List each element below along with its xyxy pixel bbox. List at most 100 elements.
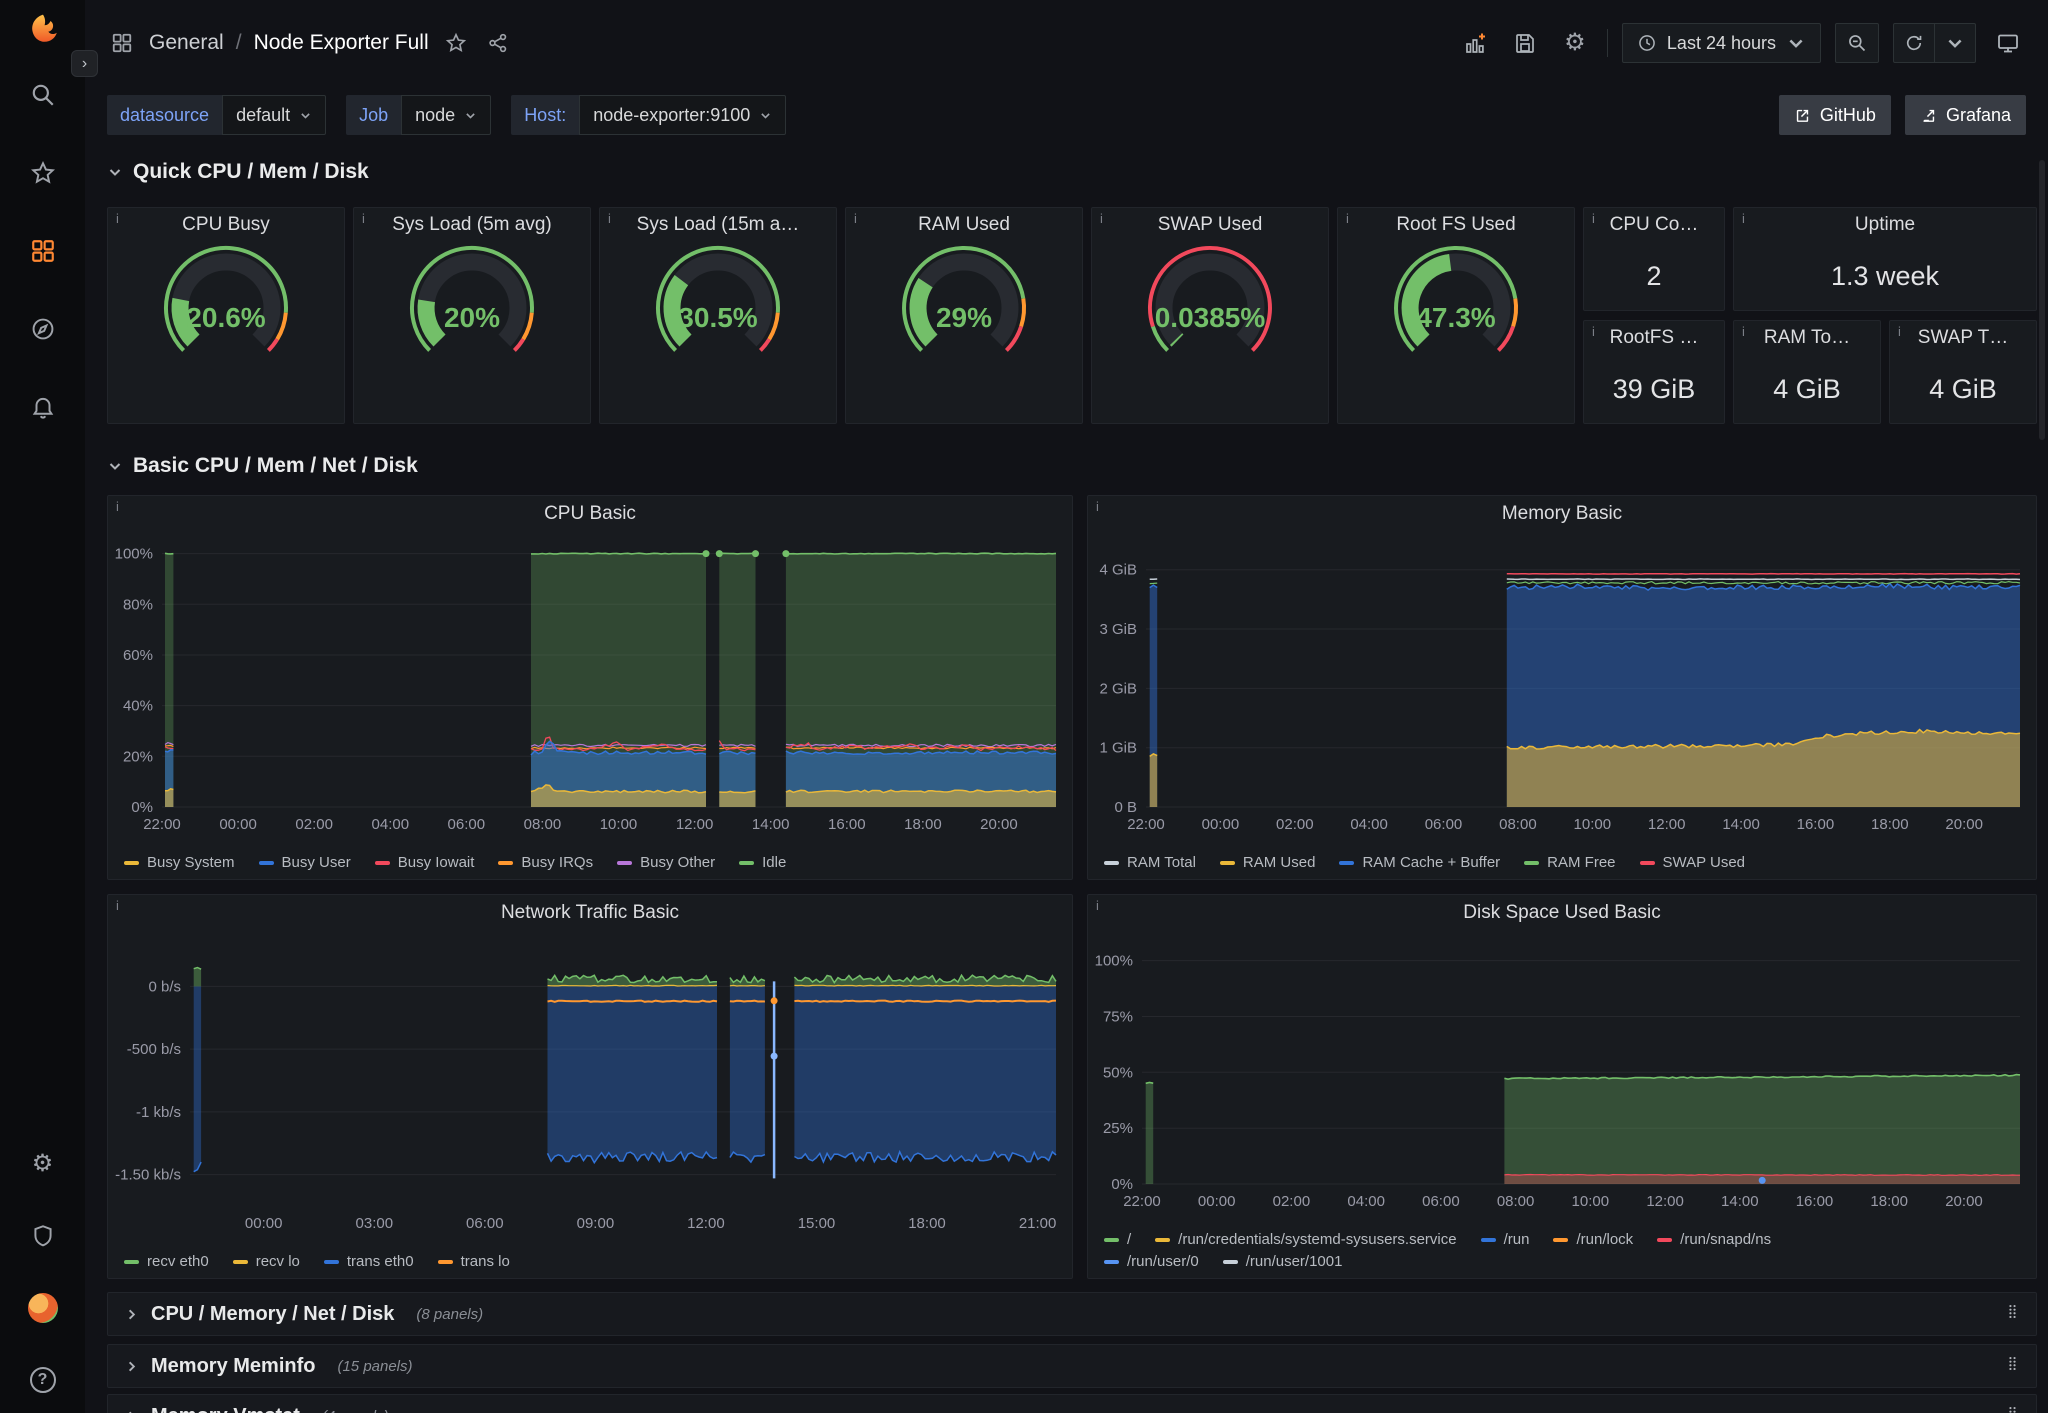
panel-info-icon[interactable]: i (362, 211, 365, 226)
row-drag-handle[interactable] (2005, 1406, 2020, 1413)
legend-item[interactable]: Idle (739, 854, 786, 871)
dashboards-button[interactable] (26, 234, 60, 268)
legend-item[interactable]: /run/lock (1553, 1231, 1633, 1248)
variable-value-dropdown[interactable]: default (222, 95, 326, 135)
row-memory-meminfo[interactable]: Memory Meminfo (15 panels) (107, 1344, 2037, 1388)
panel-info-icon[interactable]: i (608, 211, 611, 226)
section-basic-cpu-mem-net-disk[interactable]: Basic CPU / Mem / Net / Disk (107, 446, 418, 486)
memory-basic-chart[interactable]: 0 B1 GiB2 GiB3 GiB4 GiB22:0000:0002:0004… (1090, 532, 2030, 837)
dashboard-title[interactable]: Node Exporter Full (254, 31, 429, 55)
refresh-interval-button[interactable] (1935, 24, 1975, 62)
panel-info-icon[interactable]: i (1592, 211, 1595, 226)
panel-title[interactable]: CPU Basic (108, 496, 1072, 532)
row-drag-handle[interactable] (2005, 1304, 2020, 1324)
panel-title[interactable]: Disk Space Used Basic (1088, 895, 2036, 931)
legend-item[interactable]: recv eth0 (124, 1253, 209, 1270)
github-link-button[interactable]: GitHub (1779, 95, 1891, 135)
legend-swatch (375, 861, 390, 865)
legend-item[interactable]: recv lo (233, 1253, 300, 1270)
legend-item[interactable]: Busy IRQs (498, 854, 593, 871)
legend-item[interactable]: trans lo (438, 1253, 510, 1270)
panel-title[interactable]: Sys Load (15m a… (600, 208, 836, 242)
panel-info-icon[interactable]: i (116, 499, 119, 514)
cpu-basic-chart[interactable]: 0%20%40%60%80%100%22:0000:0002:0004:0006… (110, 532, 1066, 837)
variable-value-dropdown[interactable]: node (401, 95, 491, 135)
legend-item[interactable]: RAM Used (1220, 854, 1316, 871)
breadcrumb-folder[interactable]: General (149, 31, 224, 55)
panel-info-icon[interactable]: i (1898, 324, 1901, 339)
panel-title[interactable]: RAM To… (1734, 321, 1880, 355)
gauge-value: 30.5% (600, 302, 836, 334)
alerting-button[interactable] (26, 390, 60, 424)
panel-info-icon[interactable]: i (116, 211, 119, 226)
search-button[interactable] (26, 78, 60, 112)
starred-button[interactable] (26, 156, 60, 190)
sidebar-expand-button[interactable]: › (71, 50, 98, 77)
legend-item[interactable]: / (1104, 1231, 1131, 1248)
dashboard-settings-button[interactable]: ⚙ (1557, 25, 1593, 61)
admin-button[interactable] (26, 1219, 60, 1253)
panel-info-icon[interactable]: i (1096, 898, 1099, 913)
panel-title[interactable]: Memory Basic (1088, 496, 2036, 532)
legend-item[interactable]: RAM Cache + Buffer (1339, 854, 1500, 871)
row-cpu-memory-net-disk[interactable]: CPU / Memory / Net / Disk (8 panels) (107, 1292, 2037, 1336)
row-panel-count: (8 panels) (416, 1306, 483, 1323)
panel-info-icon[interactable]: i (854, 211, 857, 226)
legend-item[interactable]: trans eth0 (324, 1253, 414, 1270)
legend-item[interactable]: RAM Free (1524, 854, 1615, 871)
row-drag-handle[interactable] (2005, 1356, 2020, 1376)
legend-item[interactable]: Busy System (124, 854, 235, 871)
refresh-button[interactable] (1894, 24, 1934, 62)
legend-item[interactable]: /run/credentials/systemd-sysusers.servic… (1155, 1231, 1456, 1248)
time-range-picker[interactable]: Last 24 hours (1622, 23, 1821, 63)
disk-space-chart[interactable]: 0%25%50%75%100%22:0000:0002:0004:0006:00… (1090, 931, 2030, 1214)
panel-title[interactable]: Network Traffic Basic (108, 895, 1072, 931)
panel-info-icon[interactable]: i (1346, 211, 1349, 226)
panel-title[interactable]: Sys Load (5m avg) (354, 208, 590, 242)
legend-item[interactable]: /run/user/1001 (1223, 1253, 1343, 1270)
panel-title[interactable]: RootFS … (1584, 321, 1724, 355)
favorite-star-button[interactable] (441, 28, 471, 58)
legend-item[interactable]: Busy Other (617, 854, 715, 871)
legend-item[interactable]: /run (1481, 1231, 1530, 1248)
legend-item[interactable]: RAM Total (1104, 854, 1196, 871)
section-quick-cpu-mem-disk[interactable]: Quick CPU / Mem / Disk (107, 152, 369, 192)
legend-item[interactable]: SWAP Used (1640, 854, 1746, 871)
cycle-view-button[interactable] (1990, 25, 2026, 61)
grafana-link-button[interactable]: Grafana (1905, 95, 2026, 135)
profile-button[interactable] (26, 1291, 60, 1325)
panel-info-icon[interactable]: i (1592, 324, 1595, 339)
legend-item[interactable]: Busy User (259, 854, 351, 871)
share-dashboard-button[interactable] (483, 28, 513, 58)
panel-title[interactable]: Uptime (1734, 208, 2036, 242)
scrollbar[interactable] (2039, 160, 2045, 440)
svg-text:22:00: 22:00 (1127, 816, 1165, 833)
help-button[interactable]: ? (26, 1363, 60, 1397)
panel-title[interactable]: SWAP T… (1890, 321, 2036, 355)
add-panel-button[interactable] (1457, 25, 1493, 61)
variable-value-dropdown[interactable]: node-exporter:9100 (579, 95, 786, 135)
panel-title[interactable]: Root FS Used (1338, 208, 1574, 242)
panel-info-icon[interactable]: i (1742, 324, 1745, 339)
row-memory-vmstat[interactable]: Memory Vmstat (4 panels) (107, 1394, 2037, 1413)
panel-info-icon[interactable]: i (1096, 499, 1099, 514)
panel-info-icon[interactable]: i (1742, 211, 1745, 226)
sidebar-nav (26, 78, 60, 424)
panel-title[interactable]: CPU Co… (1584, 208, 1724, 242)
panel-info-icon[interactable]: i (1100, 211, 1103, 226)
legend-swatch (1553, 1238, 1568, 1242)
panel-title[interactable]: SWAP Used (1092, 208, 1328, 242)
panel-info-icon[interactable]: i (116, 898, 119, 913)
legend-item[interactable]: Busy Iowait (375, 854, 475, 871)
zoom-out-button[interactable] (1835, 23, 1879, 63)
svg-text:4 GiB: 4 GiB (1099, 562, 1137, 579)
legend-item[interactable]: /run/snapd/ns (1657, 1231, 1771, 1248)
legend-item[interactable]: /run/user/0 (1104, 1253, 1199, 1270)
grafana-logo[interactable] (26, 12, 60, 46)
server-admin-button[interactable]: ⚙ (26, 1147, 60, 1181)
panel-title[interactable]: RAM Used (846, 208, 1082, 242)
explore-button[interactable] (26, 312, 60, 346)
network-traffic-chart[interactable]: 0 b/s-500 b/s-1 kb/s-1.50 kb/s00:0003:00… (110, 931, 1066, 1236)
panel-title[interactable]: CPU Busy (108, 208, 344, 242)
save-dashboard-button[interactable] (1507, 25, 1543, 61)
